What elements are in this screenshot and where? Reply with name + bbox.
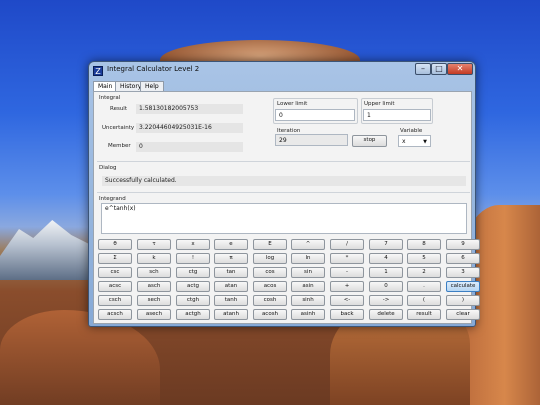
key-x-button[interactable]: x	[176, 239, 210, 250]
key-minus-button[interactable]: -	[330, 267, 364, 278]
variable-label: Variable	[400, 128, 423, 134]
key-tan-button[interactable]: tan	[214, 267, 248, 278]
key-4-button[interactable]: 4	[369, 253, 403, 264]
key-acsch-button[interactable]: acsch	[98, 309, 132, 320]
integrand-input[interactable]: e^tanh(x)	[101, 203, 467, 234]
member-label: Member	[108, 143, 131, 149]
key-sech-button[interactable]: sech	[137, 295, 171, 306]
key-dot-button[interactable]: .	[407, 281, 441, 292]
key-5-button[interactable]: 5	[407, 253, 441, 264]
main-panel: Integral Result 1.58130182005753 Uncerta…	[93, 91, 480, 324]
tab-main[interactable]: Main	[93, 81, 118, 91]
calculator-window: Z Integral Calculator Level 2 – □ ✕ Main…	[88, 61, 480, 327]
key-calculate-button[interactable]: calculate	[446, 281, 480, 292]
key-result-button[interactable]: result	[407, 309, 441, 320]
key-acosh-button[interactable]: acosh	[253, 309, 287, 320]
minimize-button[interactable]: –	[415, 63, 431, 75]
key-sin-button[interactable]: sin	[291, 267, 325, 278]
key-plus-button[interactable]: +	[330, 281, 364, 292]
title-bar[interactable]: Z Integral Calculator Level 2 – □ ✕	[89, 62, 475, 80]
key-e-button[interactable]: e	[214, 239, 248, 250]
close-button[interactable]: ✕	[447, 63, 473, 75]
key-sch-button[interactable]: sch	[137, 267, 171, 278]
key-7-button[interactable]: 7	[369, 239, 403, 250]
key-close-paren-button[interactable]: )	[446, 295, 480, 306]
lower-limit-field[interactable]: 0	[275, 109, 355, 121]
key-sigma-button[interactable]: Σ	[98, 253, 132, 264]
key-csc-button[interactable]: csc	[98, 267, 132, 278]
key-factorial-button[interactable]: !	[176, 253, 210, 264]
key-9-button[interactable]: 9	[446, 239, 480, 250]
key-0-button[interactable]: 0	[369, 281, 403, 292]
key-tau-button[interactable]: τ	[137, 239, 171, 250]
upper-limit-field[interactable]: 1	[363, 109, 431, 121]
app-icon: Z	[93, 66, 103, 76]
key-ln-button[interactable]: ln	[291, 253, 325, 264]
key-csch-button[interactable]: csch	[98, 295, 132, 306]
key-atan-button[interactable]: atan	[214, 281, 248, 292]
dialog-label: Dialog	[99, 165, 117, 171]
key-left-arrow-button[interactable]: <-	[330, 295, 364, 306]
key-acos-button[interactable]: acos	[253, 281, 287, 292]
variable-select[interactable]: x ▼	[398, 135, 431, 147]
key-asech-button[interactable]: asech	[137, 309, 171, 320]
key-e-button[interactable]: E	[253, 239, 287, 250]
tab-help[interactable]: Help	[140, 81, 164, 91]
key-clear-button[interactable]: clear	[446, 309, 480, 320]
snowy-mountains	[0, 220, 95, 280]
uncertainty-value: 3.22044604925031E-16	[136, 123, 243, 133]
key-divide-button[interactable]: /	[330, 239, 364, 250]
maximize-button[interactable]: □	[431, 63, 447, 75]
key-open-paren-button[interactable]: (	[407, 295, 441, 306]
window-title: Integral Calculator Level 2	[107, 65, 200, 73]
lower-limit-label: Lower limit	[277, 101, 308, 107]
key-tanh-button[interactable]: tanh	[214, 295, 248, 306]
key-ctgh-button[interactable]: ctgh	[176, 295, 210, 306]
iteration-value: 29	[275, 134, 348, 146]
stop-button[interactable]: stop	[352, 135, 387, 147]
key-8-button[interactable]: 8	[407, 239, 441, 250]
key-theta-button[interactable]: θ	[98, 239, 132, 250]
key-asin-button[interactable]: asin	[291, 281, 325, 292]
result-label: Result	[110, 106, 127, 112]
integrand-label: Integrand	[99, 196, 126, 202]
key-actgh-button[interactable]: actgh	[176, 309, 210, 320]
key-3-button[interactable]: 3	[446, 267, 480, 278]
key-caret-button[interactable]: ^	[291, 239, 325, 250]
key-sinh-button[interactable]: sinh	[291, 295, 325, 306]
key-delete-button[interactable]: delete	[369, 309, 403, 320]
upper-limit-label: Upper limit	[364, 101, 395, 107]
divider	[97, 192, 470, 193]
uncertainty-label: Uncertainty	[102, 125, 135, 131]
key-2-button[interactable]: 2	[407, 267, 441, 278]
result-value: 1.58130182005753	[136, 104, 243, 114]
divider	[97, 161, 470, 162]
key-acsc-button[interactable]: acsc	[98, 281, 132, 292]
key-ctg-button[interactable]: ctg	[176, 267, 210, 278]
variable-value: x	[402, 138, 406, 145]
key-asch-button[interactable]: asch	[137, 281, 171, 292]
key-6-button[interactable]: 6	[446, 253, 480, 264]
key-1-button[interactable]: 1	[369, 267, 403, 278]
key-log-button[interactable]: log	[253, 253, 287, 264]
key-cosh-button[interactable]: cosh	[253, 295, 287, 306]
chevron-down-icon: ▼	[423, 139, 427, 145]
key-k-button[interactable]: k	[137, 253, 171, 264]
member-value: 0	[136, 142, 243, 152]
key-actg-button[interactable]: actg	[176, 281, 210, 292]
integral-group-label: Integral	[99, 95, 121, 101]
key-atanh-button[interactable]: atanh	[214, 309, 248, 320]
dialog-message: Successfully calculated.	[102, 176, 466, 186]
key-back-button[interactable]: back	[330, 309, 364, 320]
key-right-arrow-button[interactable]: ->	[369, 295, 403, 306]
key-pi-button[interactable]: π	[214, 253, 248, 264]
key-multiply-button[interactable]: *	[330, 253, 364, 264]
key-asinh-button[interactable]: asinh	[291, 309, 325, 320]
key-cos-button[interactable]: cos	[253, 267, 287, 278]
